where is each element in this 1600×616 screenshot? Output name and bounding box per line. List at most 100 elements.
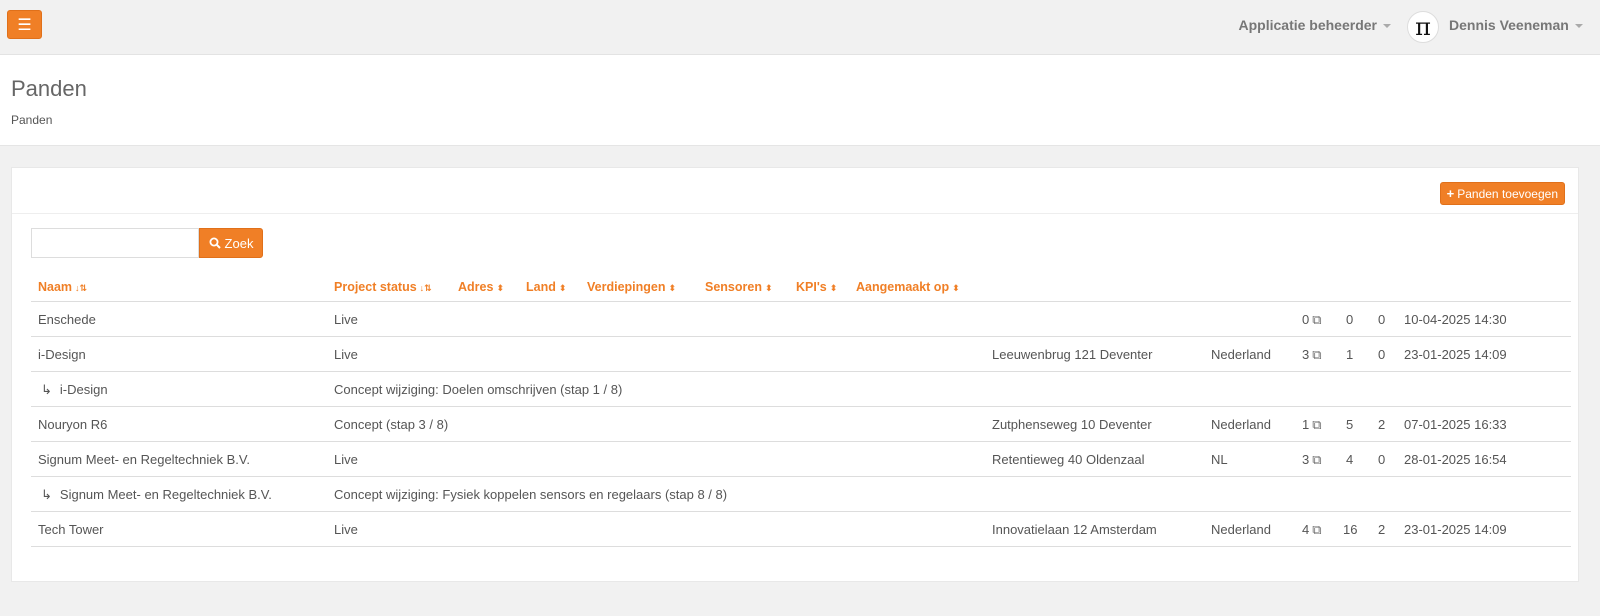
cell-adres: Zutphenseweg 10 Deventer <box>992 417 1152 432</box>
column-label: KPI's <box>796 280 827 294</box>
avatar[interactable]: π <box>1407 11 1439 43</box>
cell-status: Live <box>334 347 358 362</box>
column-header-land[interactable]: Land ⬍ <box>526 280 566 294</box>
column-label: Aangemaakt op <box>856 280 950 294</box>
child-name: i-Design <box>59 382 108 397</box>
cell-status: Concept (stap 3 / 8) <box>334 417 449 432</box>
cell-aangemaakt: 10-04-2025 14:30 <box>1404 312 1507 327</box>
sort-asc-icon: ↓⇅ <box>419 283 432 293</box>
external-link-icon[interactable]: ⧉ <box>1312 522 1321 538</box>
column-label: Sensoren <box>705 280 762 294</box>
user-dropdown[interactable]: Dennis Veeneman <box>1449 17 1583 33</box>
table-row[interactable]: Tech Tower Live Innovatielaan 12 Amsterd… <box>31 512 1571 547</box>
column-header-kpis[interactable]: KPI's ⬍ <box>796 280 837 294</box>
table-row[interactable]: Nouryon R6 Concept (stap 3 / 8) Zutphens… <box>31 407 1571 442</box>
cell-naam[interactable]: ↳ i-Design <box>41 382 108 398</box>
sort-asc-icon: ↓⇅ <box>75 283 88 293</box>
cell-adres: Retentieweg 40 Oldenzaal <box>992 452 1145 467</box>
column-header-naam[interactable]: Naam ↓⇅ <box>38 280 87 294</box>
search-input[interactable] <box>31 228 199 258</box>
table-row[interactable]: Signum Meet- en Regeltechniek B.V. Live … <box>31 442 1571 477</box>
page-title: Panden <box>11 76 87 101</box>
sort-icon: ⬍ <box>496 283 504 293</box>
cell-verdiepingen[interactable]: 3 ⧉ <box>1302 347 1322 363</box>
column-header-project-status[interactable]: Project status ↓⇅ <box>334 280 432 294</box>
user-name: Dennis Veeneman <box>1449 17 1569 33</box>
sort-icon: ⬍ <box>668 283 677 293</box>
cell-land: Nederland <box>1211 522 1271 537</box>
cell-adres: Leeuwenbrug 121 Deventer <box>992 347 1153 362</box>
caret-down-icon <box>1574 24 1583 29</box>
return-arrow-icon: ↳ <box>41 487 52 502</box>
external-link-icon[interactable]: ⧉ <box>1312 452 1321 468</box>
hamburger-icon: ☰ <box>17 16 32 34</box>
menu-toggle-button[interactable]: ☰ <box>7 10 42 39</box>
child-name: Signum Meet- en Regeltechniek B.V. <box>59 487 272 502</box>
sort-icon: ⬍ <box>952 283 960 293</box>
cell-verdiepingen[interactable]: 0 ⧉ <box>1302 312 1322 328</box>
cell-aangemaakt: 28-01-2025 16:54 <box>1404 452 1507 467</box>
role-dropdown[interactable]: Applicatie beheerder <box>1239 17 1391 33</box>
column-header-sensoren[interactable]: Sensoren ⬍ <box>705 280 773 294</box>
cell-sensoren: 5 <box>1346 417 1354 432</box>
cell-kpis: 2 <box>1378 522 1386 537</box>
page-header: Panden Panden <box>0 55 1600 146</box>
verdiepingen-count: 4 <box>1302 522 1310 537</box>
cell-verdiepingen[interactable]: 4 ⧉ <box>1302 522 1322 538</box>
cell-sensoren: 16 <box>1343 522 1358 537</box>
cell-aangemaakt: 23-01-2025 14:09 <box>1404 522 1507 537</box>
caret-down-icon <box>1383 24 1391 29</box>
cell-naam[interactable]: ↳ Signum Meet- en Regeltechniek B.V. <box>41 487 272 503</box>
column-label: Land <box>526 280 556 294</box>
add-panden-button[interactable]: + Panden toevoegen <box>1439 182 1565 205</box>
verdiepingen-count: 3 <box>1302 452 1310 467</box>
verdiepingen-count: 1 <box>1302 417 1310 432</box>
cell-kpis: 0 <box>1378 452 1386 467</box>
column-label: Adres <box>458 280 494 294</box>
sort-icon: ⬍ <box>764 283 773 293</box>
column-header-verdiepingen[interactable]: Verdiepingen ⬍ <box>587 280 676 294</box>
cell-kpis: 2 <box>1378 417 1386 432</box>
cell-naam[interactable]: Tech Tower <box>38 522 104 537</box>
external-link-icon[interactable]: ⧉ <box>1312 312 1321 328</box>
external-link-icon[interactable]: ⧉ <box>1312 417 1321 433</box>
cell-kpis: 0 <box>1378 312 1386 327</box>
sort-icon: ⬍ <box>558 283 567 293</box>
return-arrow-icon: ↳ <box>41 382 52 397</box>
column-label: Naam <box>38 280 73 294</box>
cell-naam[interactable]: Nouryon R6 <box>38 417 107 432</box>
column-label: Project status <box>334 280 417 294</box>
cell-naam[interactable]: Enschede <box>38 312 96 327</box>
column-header-aangemaakt-op[interactable]: Aangemaakt op ⬍ <box>856 280 960 294</box>
plus-icon: + <box>1446 186 1455 201</box>
cell-kpis: 0 <box>1378 347 1386 362</box>
search-button-label: Zoek <box>224 235 254 251</box>
table-row-child[interactable]: ↳ i-Design Concept wijziging: Doelen omsc… <box>31 372 1571 407</box>
column-header-adres[interactable]: Adres ⬍ <box>458 280 504 294</box>
cell-sensoren: 4 <box>1346 452 1354 467</box>
add-panden-label: Panden toevoegen <box>1457 186 1558 201</box>
cell-adres: Innovatielaan 12 Amsterdam <box>992 522 1157 537</box>
cell-status: Live <box>334 452 358 467</box>
cell-verdiepingen[interactable]: 3 ⧉ <box>1302 452 1322 468</box>
cell-land: Nederland <box>1211 347 1271 362</box>
search-button[interactable]: Zoek <box>199 228 263 258</box>
table-row-child[interactable]: ↳ Signum Meet- en Regeltechniek B.V. Conc… <box>31 477 1571 512</box>
table-row[interactable]: Enschede Live 0 ⧉ 0 0 10-04-2025 14:30 <box>31 302 1571 337</box>
cell-aangemaakt: 23-01-2025 14:09 <box>1404 347 1507 362</box>
cell-sensoren: 1 <box>1346 347 1354 362</box>
breadcrumb[interactable]: Panden <box>11 113 52 127</box>
top-navbar: ☰ Applicatie beheerder π Dennis Veeneman <box>0 0 1600 55</box>
cell-naam[interactable]: Signum Meet- en Regeltechniek B.V. <box>38 452 250 467</box>
cell-sensoren: 0 <box>1346 312 1354 327</box>
cell-status: Live <box>334 312 358 327</box>
cell-status: Concept wijziging: Fysiek koppelen senso… <box>334 487 728 502</box>
verdiepingen-count: 3 <box>1302 347 1310 362</box>
cell-verdiepingen[interactable]: 1 ⧉ <box>1302 417 1322 433</box>
card-header: + Panden toevoegen <box>12 168 1578 214</box>
panden-card: + Panden toevoegen Zoek Naam ↓⇅ Project s… <box>11 167 1579 582</box>
cell-naam[interactable]: i-Design <box>38 347 86 362</box>
external-link-icon[interactable]: ⧉ <box>1312 347 1321 363</box>
cell-land: Nederland <box>1211 417 1271 432</box>
table-row[interactable]: i-Design Live Leeuwenbrug 121 Deventer N… <box>31 337 1571 372</box>
